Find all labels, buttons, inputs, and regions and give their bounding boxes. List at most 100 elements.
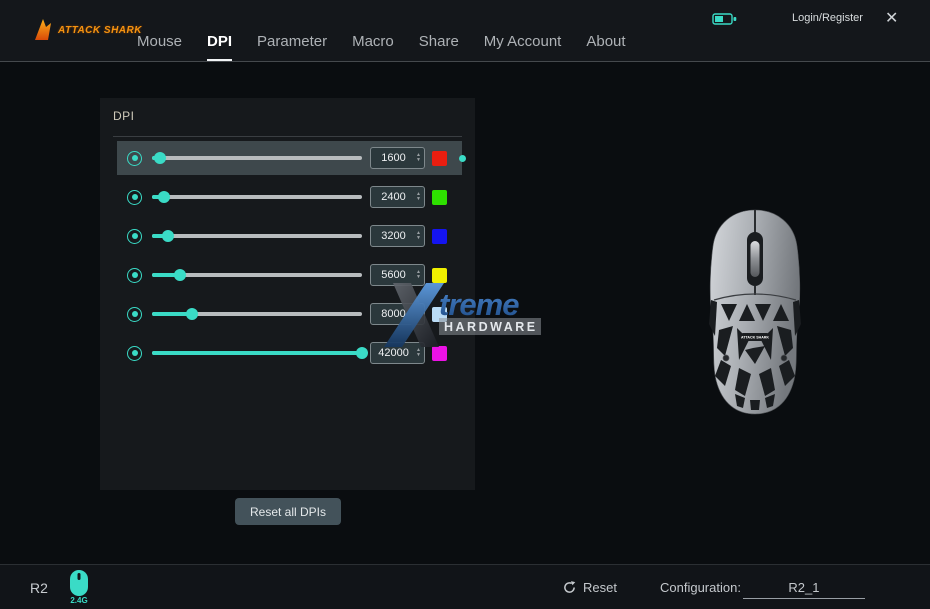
dpi-row: 3200 ▲ ▼ xyxy=(117,219,462,253)
dpi-radio[interactable] xyxy=(127,190,142,205)
radio-dot-icon xyxy=(132,233,138,239)
dpi-radio[interactable] xyxy=(127,268,142,283)
dpi-slider-handle[interactable] xyxy=(186,308,198,320)
value-spinner: ▲ ▼ xyxy=(416,192,421,202)
nav-item-dpi[interactable]: DPI xyxy=(207,33,232,61)
nav-item-macro[interactable]: Macro xyxy=(352,33,394,61)
radio-dot-icon xyxy=(132,155,138,161)
spinner-down-icon[interactable]: ▼ xyxy=(416,236,421,241)
dpi-value-input[interactable]: 1600 ▲ ▼ xyxy=(370,147,425,169)
dpi-slider-handle[interactable] xyxy=(356,347,368,359)
nav-item-share[interactable]: Share xyxy=(419,33,459,61)
radio-dot-icon xyxy=(132,272,138,278)
active-dpi-dot xyxy=(459,155,466,162)
shark-fin-icon xyxy=(34,18,54,42)
slider-track[interactable] xyxy=(152,156,362,160)
value-spinner: ▲ ▼ xyxy=(416,153,421,163)
screw-left xyxy=(723,355,729,361)
dpi-color-swatch[interactable] xyxy=(432,346,447,361)
scroll-wheel xyxy=(751,241,760,277)
mouse-device-icon[interactable] xyxy=(70,570,88,596)
dpi-radio[interactable] xyxy=(127,229,142,244)
close-icon[interactable]: ✕ xyxy=(885,8,898,28)
radio-dot-icon xyxy=(132,311,138,317)
panel-title: DPI xyxy=(113,109,135,123)
login-register-link[interactable]: Login/Register xyxy=(792,12,863,24)
dpi-rows: 1600 ▲ ▼ 2400 ▲ ▼ 3200 xyxy=(117,141,462,375)
nav-item-mouse[interactable]: Mouse xyxy=(137,33,182,61)
mouse-logo-text: ATTACK SHARK xyxy=(741,336,769,340)
reset-all-dpis-button[interactable]: Reset all DPIs xyxy=(235,498,341,525)
dpi-color-swatch[interactable] xyxy=(432,229,447,244)
nav: Mouse DPI Parameter Macro Share My Account Abo… xyxy=(137,33,626,61)
brand-logo: ATTACK SHARK xyxy=(34,18,142,42)
spinner-down-icon[interactable]: ▼ xyxy=(416,158,421,163)
spinner-down-icon[interactable]: ▼ xyxy=(416,353,421,358)
configuration-value-field[interactable]: R2_1 xyxy=(743,580,865,599)
dpi-value: 5600 xyxy=(371,269,416,281)
dpi-value: 1600 xyxy=(371,152,416,164)
configuration-label: Configuration: xyxy=(660,580,741,595)
radio-dot-icon xyxy=(132,350,138,356)
nav-item-my-account[interactable]: My Account xyxy=(484,33,562,61)
dpi-radio[interactable] xyxy=(127,151,142,166)
dpi-slider[interactable] xyxy=(152,346,362,360)
reset-label: Reset xyxy=(583,580,617,595)
dpi-slider-handle[interactable] xyxy=(174,269,186,281)
spinner-down-icon[interactable]: ▼ xyxy=(416,197,421,202)
screw-right xyxy=(781,355,787,361)
refresh-icon xyxy=(563,581,576,594)
spinner-down-icon[interactable]: ▼ xyxy=(416,275,421,280)
reset-button[interactable]: Reset xyxy=(563,580,617,595)
dpi-color-swatch[interactable] xyxy=(432,190,447,205)
nav-item-about[interactable]: About xyxy=(586,33,625,61)
dpi-slider-handle[interactable] xyxy=(158,191,170,203)
dpi-slider[interactable] xyxy=(152,190,362,204)
dpi-slider-handle[interactable] xyxy=(154,152,166,164)
dpi-value-input[interactable]: 3200 ▲ ▼ xyxy=(370,225,425,247)
dpi-row: 2400 ▲ ▼ xyxy=(117,180,462,214)
connection-mode-label: 2.4G xyxy=(66,596,92,605)
dpi-slider[interactable] xyxy=(152,307,362,321)
footer-bar: R2 2.4G Reset Configuration: R2_1 xyxy=(0,564,930,609)
dpi-slider[interactable] xyxy=(152,151,362,165)
mouse-product-image: ATTACK SHARK xyxy=(695,208,815,416)
slider-track[interactable] xyxy=(152,312,362,316)
spinner-down-icon[interactable]: ▼ xyxy=(416,314,421,319)
dpi-value-input[interactable]: 42000 ▲ ▼ xyxy=(370,342,425,364)
radio-dot-icon xyxy=(132,194,138,200)
slider-track[interactable] xyxy=(152,351,362,355)
mouse-button-seam xyxy=(754,210,756,234)
brand-name: ATTACK SHARK xyxy=(58,25,142,36)
dpi-slider[interactable] xyxy=(152,268,362,282)
slider-fill xyxy=(152,351,362,355)
dpi-radio[interactable] xyxy=(127,346,142,361)
dpi-value: 42000 xyxy=(371,347,416,359)
dpi-row: 42000 ▲ ▼ xyxy=(117,336,462,370)
battery-icon xyxy=(712,11,738,27)
dpi-value-input[interactable]: 8000 ▲ ▼ xyxy=(370,303,425,325)
divider xyxy=(113,136,462,137)
slider-track[interactable] xyxy=(152,234,362,238)
dpi-color-swatch[interactable] xyxy=(432,151,447,166)
dpi-value-input[interactable]: 5600 ▲ ▼ xyxy=(370,264,425,286)
dpi-row: 5600 ▲ ▼ xyxy=(117,258,462,292)
dpi-value-input[interactable]: 2400 ▲ ▼ xyxy=(370,186,425,208)
configuration-group: Configuration: R2_1 xyxy=(660,580,865,599)
dpi-radio[interactable] xyxy=(127,307,142,322)
dpi-color-swatch[interactable] xyxy=(432,307,447,322)
dpi-value: 3200 xyxy=(371,230,416,242)
header-bar: ATTACK SHARK Mouse DPI Parameter Macro Share… xyxy=(0,0,930,62)
device-name: R2 xyxy=(30,580,48,596)
dpi-slider[interactable] xyxy=(152,229,362,243)
dpi-color-swatch[interactable] xyxy=(432,268,447,283)
value-spinner: ▲ ▼ xyxy=(416,231,421,241)
dpi-row: 8000 ▲ ▼ xyxy=(117,297,462,331)
dpi-slider-handle[interactable] xyxy=(162,230,174,242)
value-spinner: ▲ ▼ xyxy=(416,309,421,319)
value-spinner: ▲ ▼ xyxy=(416,270,421,280)
slider-track[interactable] xyxy=(152,195,362,199)
value-spinner: ▲ ▼ xyxy=(416,348,421,358)
dpi-value: 8000 xyxy=(371,308,416,320)
nav-item-parameter[interactable]: Parameter xyxy=(257,33,327,61)
